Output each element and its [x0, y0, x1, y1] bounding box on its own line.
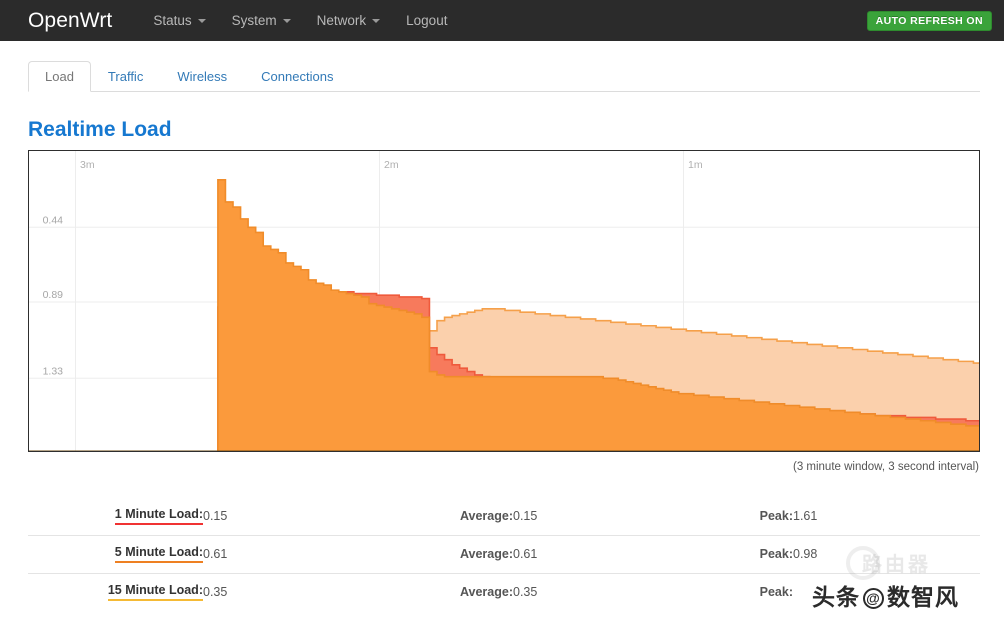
- load-value-1-minute: 0.15: [203, 497, 408, 535]
- tab-traffic[interactable]: Traffic: [91, 61, 160, 92]
- page-title: Realtime Load: [28, 118, 172, 142]
- table-row: 1 Minute Load: 0.15 Average: 0.15 Peak: …: [28, 497, 980, 535]
- chevron-down-icon: [198, 19, 206, 23]
- nav-item-label: Logout: [406, 0, 447, 41]
- nav-item-label: System: [232, 0, 277, 41]
- table-row: 5 Minute Load: 0.61 Average: 0.61 Peak: …: [28, 535, 980, 573]
- nav-menu: Status System Network Logout: [140, 0, 460, 41]
- peak-value-1-minute: 1.61: [793, 497, 980, 535]
- peak-label: Peak:: [723, 497, 793, 535]
- average-label: Average:: [408, 535, 513, 573]
- nav-item-network[interactable]: Network: [304, 0, 394, 41]
- chevron-down-icon: [283, 19, 291, 23]
- tab-connections[interactable]: Connections: [244, 61, 350, 92]
- svg-text:3m: 3m: [80, 159, 95, 171]
- nav-item-logout[interactable]: Logout: [393, 0, 460, 41]
- auto-refresh-toggle[interactable]: AUTO REFRESH ON: [867, 11, 992, 31]
- chevron-down-icon: [372, 19, 380, 23]
- load-value-5-minute: 0.61: [203, 535, 408, 573]
- load-key-1-minute[interactable]: 1 Minute Load:: [115, 507, 203, 525]
- peak-label: Peak:: [723, 573, 793, 611]
- top-navbar: OpenWrt Status System Network Logout AUT…: [0, 0, 1004, 41]
- svg-text:2m: 2m: [384, 159, 399, 171]
- svg-text:1m: 1m: [688, 159, 703, 171]
- load-key-cell: 1 Minute Load:: [28, 497, 203, 535]
- svg-text:0.44: 0.44: [43, 214, 64, 226]
- nav-item-system[interactable]: System: [219, 0, 304, 41]
- table-row: 15 Minute Load: 0.35 Average: 0.35 Peak:: [28, 573, 980, 611]
- tab-wireless[interactable]: Wireless: [160, 61, 244, 92]
- load-chart-svg: 1.33 0.89 0.44 3m 2m 1m: [29, 151, 980, 452]
- realtime-load-chart: 1.33 0.89 0.44 3m 2m 1m: [28, 150, 980, 452]
- load-key-5-minute[interactable]: 5 Minute Load:: [115, 545, 203, 563]
- load-stats-table: 1 Minute Load: 0.15 Average: 0.15 Peak: …: [28, 497, 980, 611]
- load-value-15-minute: 0.35: [203, 573, 408, 611]
- average-label: Average:: [408, 573, 513, 611]
- peak-label: Peak:: [723, 535, 793, 573]
- load-key-cell: 15 Minute Load:: [28, 573, 203, 611]
- load-key-cell: 5 Minute Load:: [28, 535, 203, 573]
- nav-item-status[interactable]: Status: [140, 0, 218, 41]
- average-value-15-minute: 0.35: [513, 573, 723, 611]
- tab-bar: Load Traffic Wireless Connections: [28, 59, 980, 92]
- svg-text:0.89: 0.89: [43, 289, 64, 301]
- chart-caption: (3 minute window, 3 second interval): [793, 461, 979, 473]
- brand-logo[interactable]: OpenWrt: [28, 9, 112, 33]
- chart-series-areas: [29, 180, 980, 452]
- peak-value-15-minute: [793, 573, 980, 611]
- nav-item-label: Status: [153, 0, 191, 41]
- load-key-15-minute[interactable]: 15 Minute Load:: [108, 583, 203, 601]
- svg-text:1.33: 1.33: [43, 365, 64, 377]
- peak-value-5-minute: 0.98: [793, 535, 980, 573]
- tab-load[interactable]: Load: [28, 61, 91, 92]
- average-label: Average:: [408, 497, 513, 535]
- nav-item-label: Network: [317, 0, 367, 41]
- average-value-5-minute: 0.61: [513, 535, 723, 573]
- average-value-1-minute: 0.15: [513, 497, 723, 535]
